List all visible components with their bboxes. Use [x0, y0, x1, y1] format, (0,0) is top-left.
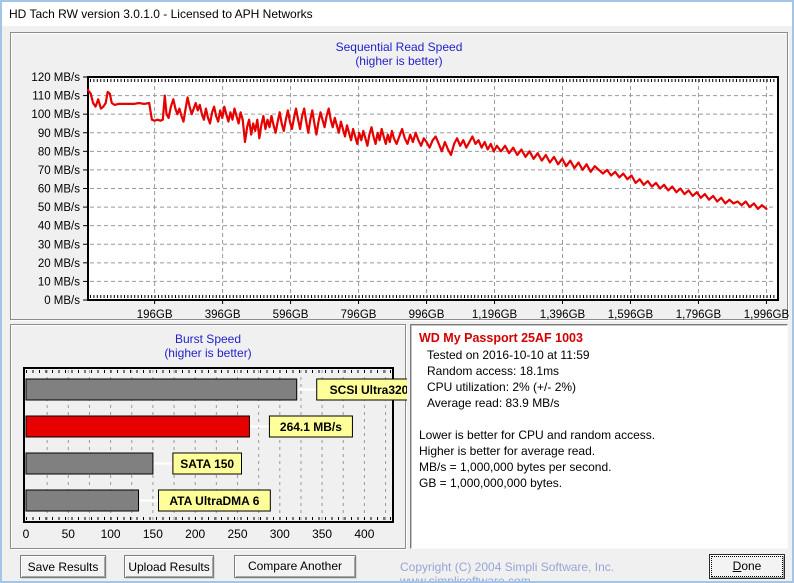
svg-text:70 MB/s: 70 MB/s: [38, 165, 80, 177]
sequential-chart-title-line1: Sequential Read Speed: [335, 40, 463, 54]
svg-text:1,196GB: 1,196GB: [472, 309, 518, 321]
svg-text:50 MB/s: 50 MB/s: [38, 202, 80, 214]
sequential-chart-title-line2: (higher is better): [355, 54, 443, 68]
svg-text:20 MB/s: 20 MB/s: [38, 258, 80, 270]
svg-text:30 MB/s: 30 MB/s: [38, 239, 80, 251]
compare-another-drive-button[interactable]: Compare Another Drive: [234, 555, 356, 581]
svg-text:396GB: 396GB: [205, 309, 241, 321]
save-results-button[interactable]: Save Results: [20, 555, 106, 578]
svg-text:50: 50: [62, 527, 76, 541]
save-results-label: Save Results: [27, 559, 99, 574]
drive-name: WD My Passport 25AF 1003: [419, 331, 583, 345]
svg-text:1,396GB: 1,396GB: [540, 309, 586, 321]
svg-text:90 MB/s: 90 MB/s: [38, 128, 80, 140]
svg-text:196GB: 196GB: [137, 309, 173, 321]
svg-text:110 MB/s: 110 MB/s: [32, 91, 80, 103]
svg-text:SATA 150: SATA 150: [180, 457, 234, 471]
hd-tach-window: HD Tach RW version 3.0.1.0 - Licensed to…: [0, 0, 794, 583]
upload-results-label: Upload Results: [128, 559, 210, 574]
svg-text:400: 400: [354, 527, 374, 541]
info-notes: Lower is better for CPU and random acces…: [419, 427, 779, 491]
tested-on-line: Tested on 2016-10-10 at 11:59: [427, 348, 590, 362]
svg-text:ATA UltraDMA 6: ATA UltraDMA 6: [169, 494, 259, 508]
burst-speed-panel: Burst Speed (higher is better) SCSI Ultr…: [10, 324, 407, 550]
burst-chart-title-line2: (higher is better): [164, 346, 252, 360]
svg-text:796GB: 796GB: [341, 309, 377, 321]
svg-text:264.1 MB/s: 264.1 MB/s: [280, 420, 342, 434]
svg-text:0: 0: [23, 527, 30, 541]
svg-text:1,596GB: 1,596GB: [608, 309, 654, 321]
cpu-utilization-line: CPU utilization: 2% (+/- 2%): [427, 380, 577, 394]
sequential-read-panel: Sequential Read Speed (higher is better)…: [10, 32, 789, 321]
svg-text:80 MB/s: 80 MB/s: [38, 146, 80, 158]
window-title: HD Tach RW version 3.0.1.0 - Licensed to…: [2, 2, 792, 26]
note-mbs-definition: MB/s = 1,000,000 bytes per second.: [419, 460, 612, 474]
burst-chart-title-line1: Burst Speed: [174, 332, 242, 346]
svg-text:596GB: 596GB: [273, 309, 309, 321]
svg-text:1,996GB: 1,996GB: [744, 309, 789, 321]
svg-text:100 MB/s: 100 MB/s: [31, 109, 80, 121]
note-gb-definition: GB = 1,000,000,000 bytes.: [419, 476, 563, 490]
svg-text:SCSI Ultra320: SCSI Ultra320: [330, 383, 407, 397]
done-label: Done: [711, 556, 783, 577]
drive-info-panel: WD My Passport 25AF 1003 Tested on 2016-…: [410, 324, 788, 549]
sequential-chart-title: Sequential Read Speed (higher is better): [11, 33, 787, 68]
burst-chart-title: Burst Speed (higher is better): [11, 325, 405, 360]
svg-text:120 MB/s: 120 MB/s: [31, 72, 80, 84]
done-button[interactable]: Done: [709, 554, 785, 579]
burst-speed-chart: SCSI Ultra320 264.1 MB/s SATA 150 ATA Ultra…: [11, 365, 407, 550]
svg-text:300: 300: [270, 527, 290, 541]
svg-text:60 MB/s: 60 MB/s: [38, 184, 80, 196]
svg-text:1,796GB: 1,796GB: [676, 309, 722, 321]
sequential-read-chart: 120 MB/s 110 MB/s 100 MB/s 90 MB/s 80 MB/s 70…: [11, 69, 789, 321]
average-read-line: Average read: 83.9 MB/s: [427, 396, 560, 410]
svg-text:200: 200: [185, 527, 205, 541]
svg-text:250: 250: [227, 527, 247, 541]
svg-text:996GB: 996GB: [409, 309, 445, 321]
upload-results-button[interactable]: Upload Results: [124, 555, 214, 578]
copyright-text: Copyright (C) 2004 Simpli Software, Inc.…: [400, 560, 615, 583]
compare-another-drive-label: Compare Another Drive: [247, 559, 343, 581]
random-access-line: Random access: 18.1ms: [427, 364, 560, 378]
note-lower-better: Lower is better for CPU and random acces…: [419, 428, 656, 442]
svg-text:40 MB/s: 40 MB/s: [38, 221, 80, 233]
svg-text:0 MB/s: 0 MB/s: [44, 295, 80, 307]
note-higher-better: Higher is better for average read.: [419, 444, 596, 458]
svg-text:10 MB/s: 10 MB/s: [38, 276, 80, 288]
svg-text:150: 150: [143, 527, 163, 541]
svg-text:350: 350: [312, 527, 332, 541]
svg-text:100: 100: [101, 527, 121, 541]
